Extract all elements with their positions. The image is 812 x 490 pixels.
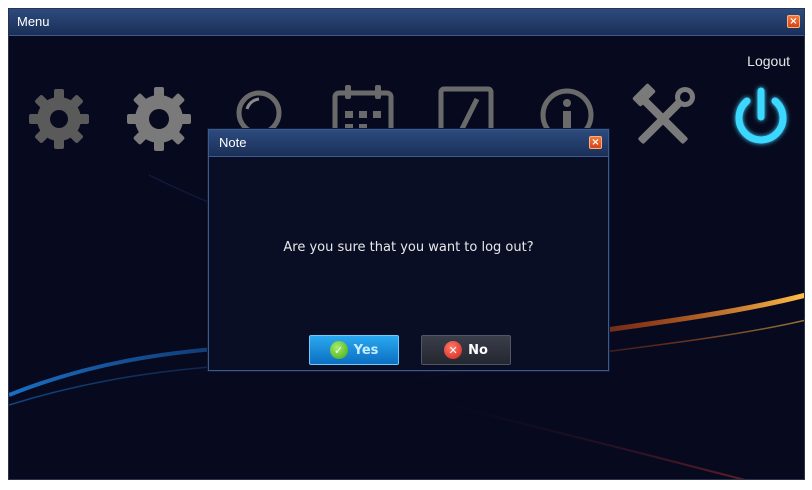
- power-icon[interactable]: [721, 79, 801, 159]
- logout-dialog: Note × Are you sure that you want to log…: [208, 129, 609, 371]
- dialog-close-button[interactable]: ×: [589, 136, 602, 149]
- window-title: Menu: [17, 14, 50, 29]
- dialog-message: Are you sure that you want to log out?: [283, 240, 534, 255]
- no-button[interactable]: ✕ No: [421, 335, 511, 365]
- logout-label: Logout: [747, 53, 790, 69]
- window-titlebar: Menu ×: [9, 9, 804, 36]
- gear-icon-disabled[interactable]: [19, 79, 99, 159]
- yes-button[interactable]: ✓ Yes: [309, 335, 399, 365]
- yes-button-label: Yes: [353, 342, 379, 358]
- dialog-titlebar: Note ×: [209, 130, 608, 157]
- tools-icon[interactable]: [623, 79, 703, 159]
- window-close-button[interactable]: ×: [787, 15, 800, 28]
- menu-window: Menu × Logout Note × Are you sure that y…: [8, 8, 805, 480]
- gear-icon[interactable]: [119, 79, 199, 159]
- check-icon: ✓: [329, 341, 348, 359]
- no-button-label: No: [468, 342, 488, 358]
- x-icon: ✕: [444, 341, 463, 359]
- dialog-title: Note: [219, 135, 247, 150]
